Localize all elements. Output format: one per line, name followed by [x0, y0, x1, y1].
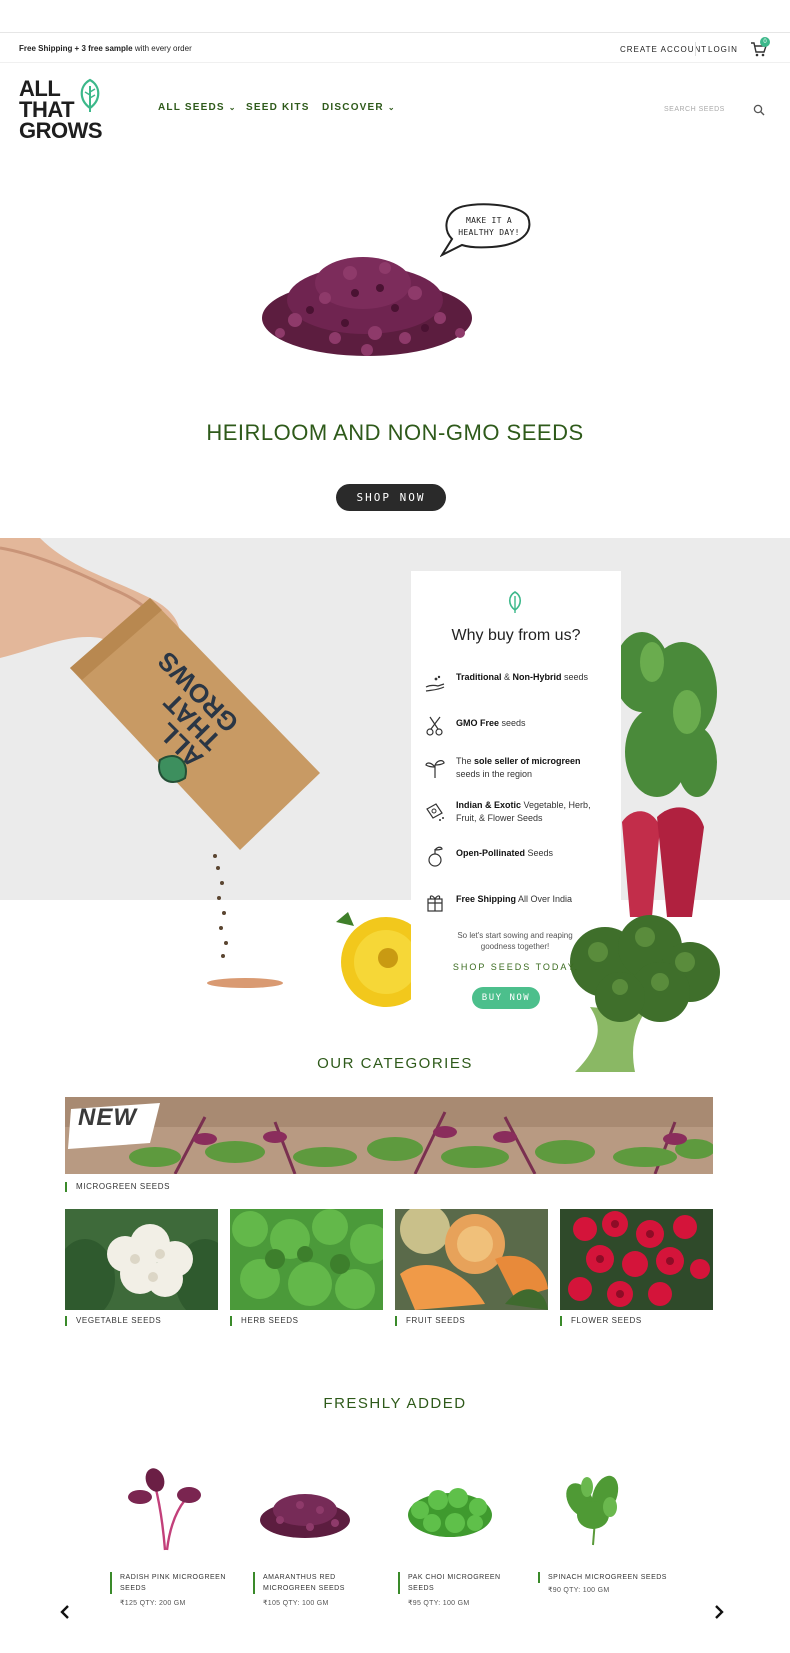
- fruit-category-image[interactable]: [395, 1209, 548, 1310]
- microgreen-seeds-label[interactable]: MICROGREEN SEEDS: [65, 1182, 170, 1192]
- product-name[interactable]: AMARANTHUS RED MICROGREEN SEEDS: [253, 1572, 383, 1594]
- chevron-down-icon: ⌄: [228, 103, 237, 112]
- why-item-text: Traditional & Non-Hybrid seeds: [456, 671, 606, 684]
- shipping-note-rest: with every order: [132, 44, 192, 53]
- flower-category-image[interactable]: [560, 1209, 713, 1310]
- why-buy-title: Why buy from us?: [451, 627, 581, 644]
- leaf-logo-icon: [80, 78, 100, 112]
- shop-seeds-today-text: SHOP SEEDS TODAY.: [452, 962, 580, 972]
- why-item-open-pollinated: Open-Pollinated Seeds: [424, 843, 614, 875]
- hero-title: HEIRLOOM AND NON-GMO SEEDS: [206, 420, 584, 445]
- nav-seed-kits[interactable]: SEED KITS: [246, 102, 310, 113]
- product-name-line: RADISH PINK MICROGREEN: [120, 1574, 226, 1581]
- why-item-text: Free Shipping All Over India: [456, 893, 606, 906]
- scissors-icon: [426, 716, 443, 736]
- why-pre: The: [456, 756, 475, 766]
- nav-all-seeds-label: ALL SEEDS: [158, 102, 225, 113]
- product-name-line: MICROGREEN SEEDS: [263, 1585, 345, 1592]
- product-price: ₹95 QTY: 100 GM: [408, 1600, 470, 1607]
- shop-now-button[interactable]: SHOP NOW: [336, 484, 446, 511]
- sprout-icon: [425, 760, 445, 778]
- product-name[interactable]: SPINACH MICROGREEN SEEDS: [538, 1572, 688, 1583]
- freshly-added-title: FRESHLY ADDED: [323, 1395, 467, 1412]
- herb-seeds-label[interactable]: HERB SEEDS: [230, 1316, 299, 1326]
- categories-title: OUR CATEGORIES: [317, 1055, 473, 1072]
- product-name-line: AMARANTHUS RED: [263, 1574, 336, 1581]
- product-name-line: PAK CHOI MICROGREEN: [408, 1574, 501, 1581]
- search-icon[interactable]: [753, 104, 765, 116]
- why-item-text: GMO Free seeds: [456, 717, 606, 730]
- why-item-gmo-free: GMO Free seeds: [424, 713, 614, 745]
- shipping-note: Free Shipping + 3 free sample with every…: [19, 44, 192, 53]
- why-item-microgreen: The sole seller of microgreen seeds in t…: [424, 755, 614, 787]
- product-name[interactable]: RADISH PINK MICROGREEN SEEDS: [110, 1572, 240, 1594]
- why-rest: Seeds: [525, 848, 554, 858]
- nav-all-seeds[interactable]: ALL SEEDS ⌄: [158, 102, 237, 113]
- herb-category-image[interactable]: [230, 1209, 383, 1310]
- marigold-flower-image: [336, 912, 411, 1007]
- shipping-note-bold: Free Shipping + 3 free sample: [19, 44, 133, 53]
- carousel-prev-arrow-icon[interactable]: [59, 1605, 71, 1619]
- search-input[interactable]: SEARCH SEEDS: [664, 106, 725, 113]
- browser-top-strip: [0, 0, 790, 33]
- why-rest: seeds in the region: [456, 769, 533, 779]
- why-item-traditional: Traditional & Non-Hybrid seeds: [424, 671, 614, 703]
- radish-image: [614, 632, 717, 917]
- why-item-free-shipping: Free Shipping All Over India: [424, 889, 614, 921]
- why-bold: Traditional: [456, 672, 502, 682]
- why-bold: sole seller of microgreen: [474, 756, 581, 766]
- bubble-line-1: MAKE IT A: [465, 216, 513, 225]
- seedling-icon: [428, 846, 443, 867]
- microgreen-banner-image[interactable]: [65, 1097, 713, 1174]
- product-name-line: SPINACH MICROGREEN SEEDS: [548, 1574, 667, 1581]
- pak-choi-product-image[interactable]: [400, 1465, 500, 1555]
- gift-box-icon: [427, 895, 443, 912]
- why-mid: &: [501, 672, 513, 682]
- why-bold: Free Shipping: [456, 894, 517, 904]
- why-item-text: Open-Pollinated Seeds: [456, 847, 606, 860]
- why-item-text: Indian & Exotic Vegetable, Herb, Fruit, …: [456, 799, 606, 825]
- hand-seed-icon: [425, 675, 445, 692]
- spinach-product-image[interactable]: [545, 1465, 645, 1555]
- nav-discover[interactable]: DISCOVER ⌄: [322, 102, 396, 113]
- product-name-line: SEEDS: [408, 1585, 435, 1592]
- why-bold: Non-Hybrid: [512, 672, 562, 682]
- hand-seed-packet-image: ALL THAT GROWS: [0, 538, 320, 988]
- product-name[interactable]: PAK CHOI MICROGREEN SEEDS: [398, 1572, 528, 1594]
- product-price: ₹90 QTY: 100 GM: [548, 1587, 610, 1594]
- sow-reap-text: So let's start sowing and reaping goodne…: [457, 931, 573, 951]
- nav-discover-label: DISCOVER: [322, 102, 384, 113]
- login-link[interactable]: LOGIN: [708, 45, 738, 54]
- why-bold: Open-Pollinated: [456, 848, 526, 858]
- leaf-icon: [508, 591, 522, 613]
- why-item-indian-exotic: Indian & Exotic Vegetable, Herb, Fruit, …: [424, 799, 614, 831]
- why-rest: seeds: [499, 718, 526, 728]
- why-rest: seeds: [561, 672, 589, 682]
- brand-logo[interactable]: ALL THAT GROWS: [19, 78, 109, 146]
- vegetable-seeds-label[interactable]: VEGETABLE SEEDS: [65, 1316, 161, 1326]
- fruit-seeds-label[interactable]: FRUIT SEEDS: [395, 1316, 465, 1326]
- new-badge: NEW: [78, 1104, 137, 1131]
- why-rest: All Over India: [516, 894, 573, 904]
- radish-pink-product-image[interactable]: [115, 1465, 215, 1555]
- why-bold: GMO Free: [456, 718, 500, 728]
- top-link-divider: [695, 42, 696, 56]
- carousel-next-arrow-icon[interactable]: [713, 1605, 725, 1619]
- product-price: ₹105 QTY: 100 GM: [263, 1600, 329, 1607]
- microgreen-pile-image: [262, 257, 472, 356]
- buy-now-button[interactable]: BUY NOW: [472, 987, 540, 1009]
- speech-bubble-text: MAKE IT A HEALTHY DAY!: [456, 215, 522, 239]
- logo-line-3: GROWS: [19, 118, 103, 143]
- product-price: ₹125 QTY: 200 GM: [120, 1600, 186, 1607]
- chevron-down-icon: ⌄: [387, 103, 396, 112]
- why-item-text: The sole seller of microgreen seeds in t…: [456, 755, 606, 781]
- product-name-line: SEEDS: [120, 1585, 147, 1592]
- cart-count-badge: 0: [760, 37, 770, 47]
- amaranthus-red-product-image[interactable]: [255, 1465, 355, 1555]
- flower-seeds-label[interactable]: FLOWER SEEDS: [560, 1316, 642, 1326]
- seed-packet-icon: [426, 803, 444, 821]
- vegetable-category-image[interactable]: [65, 1209, 218, 1310]
- why-bold: Indian & Exotic: [456, 800, 522, 810]
